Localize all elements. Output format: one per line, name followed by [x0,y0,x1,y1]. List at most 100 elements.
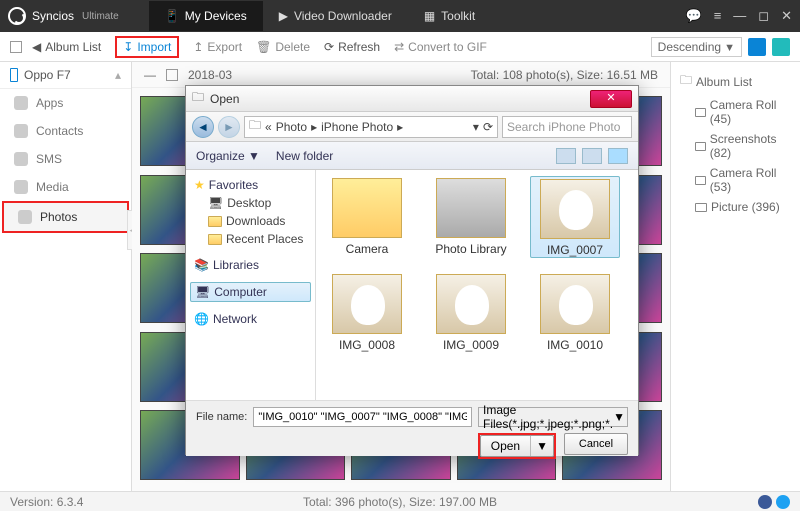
fav-desktop[interactable]: 🖥Desktop [190,194,311,212]
dialog-body: ★Favorites 🖥Desktop Downloads Recent Pla… [186,170,638,400]
dialog-footer: File name: Image Files(*.jpg;*.jpeg;*.pn… [186,400,638,456]
new-folder-button[interactable]: New folder [276,149,333,163]
sms-icon [14,152,28,166]
album-panel: 🗀Album List Camera Roll (45) Screenshots… [670,62,800,491]
fav-downloads[interactable]: Downloads [190,212,311,230]
libraries-group[interactable]: 📚Libraries [190,256,311,274]
open-dialog: 🗀 Open ✕ ◄ ► 🗀 « Photo▸ iPhone Photo▸ ▾ … [185,85,639,455]
favorites-group[interactable]: ★Favorites [190,176,311,194]
preview-pane-button[interactable] [582,148,602,164]
app-name: Syncios [32,9,74,23]
folder-icon [436,178,506,238]
dialog-titlebar[interactable]: 🗀 Open ✕ [186,86,638,112]
sidebar-item-sms[interactable]: SMS [0,145,131,173]
device-icon [10,68,18,82]
help-button[interactable] [608,148,628,164]
twitter-icon[interactable] [776,495,790,509]
chat-icon[interactable]: 💬 [686,8,702,24]
nav-back-button[interactable]: ◄ [192,116,214,138]
apps-icon [14,96,28,110]
album-item[interactable]: Camera Roll (45) [677,95,794,129]
sidebar-item-media[interactable]: Media [0,173,131,201]
view-mode-button[interactable] [556,148,576,164]
device-row[interactable]: Oppo F7 ▴ [0,62,131,89]
collapse-icon[interactable]: — [144,68,156,82]
album-item[interactable]: Camera Roll (53) [677,163,794,197]
album-item[interactable]: Screenshots (82) [677,129,794,163]
nav-video-downloader[interactable]: ▶Video Downloader [263,1,408,31]
view-date-icon[interactable] [748,38,766,56]
filename-input[interactable] [253,407,472,427]
cancel-button[interactable]: Cancel [564,433,628,455]
camera-icon [695,176,706,185]
import-button[interactable]: ↧Import [115,36,179,58]
app-edition: Ultimate [82,11,119,22]
dialog-close-button[interactable]: ✕ [590,90,632,108]
nav-forward-button[interactable]: ► [218,116,240,138]
album-item[interactable]: Picture (396) [677,197,794,217]
dropdown-icon[interactable]: ▾ [473,120,479,134]
photos-icon [18,210,32,224]
file-item[interactable]: Camera [322,176,412,258]
chevron-down-icon[interactable]: ▼ [531,436,553,456]
sidebar-item-contacts[interactable]: Contacts [0,117,131,145]
minimize-icon[interactable]: — [733,8,746,24]
dialog-navbar: ◄ ► 🗀 « Photo▸ iPhone Photo▸ ▾ ⟳ Search … [186,112,638,142]
folder-icon: 🗀 [680,71,692,92]
nav-my-devices[interactable]: 📱My Devices [149,1,263,31]
file-item[interactable]: IMG_0008 [322,272,412,352]
file-item[interactable]: IMG_0009 [426,272,516,352]
file-item[interactable]: IMG_0007 [530,176,620,258]
statusbar: Version: 6.3.4 Total: 396 photo(s), Size… [0,491,800,511]
facebook-icon[interactable] [758,495,772,509]
chevron-down-icon: ▼ [613,410,625,424]
image-thumb [436,274,506,334]
sidebar-item-photos[interactable]: Photos [2,201,129,233]
folder-checkbox[interactable] [166,69,178,81]
nav-toolkit[interactable]: ▦Toolkit [408,1,491,31]
organize-menu[interactable]: Organize ▼ [196,149,260,163]
file-item[interactable]: IMG_0010 [530,272,620,352]
play-icon: ▶ [279,9,288,23]
convert-icon: ⇄ [394,40,404,54]
close-icon[interactable]: ✕ [781,8,792,24]
sidebar-item-apps[interactable]: Apps [0,89,131,117]
file-filter-select[interactable]: Image Files(*.jpg;*.jpeg;*.png;*.▼ [478,407,628,427]
address-bar[interactable]: 🗀 « Photo▸ iPhone Photo▸ ▾ ⟳ [244,116,498,138]
album-panel-title: 🗀Album List [677,68,794,95]
folder-total: Total: 108 photo(s), Size: 16.51 MB [471,68,658,82]
refresh-icon: ⟳ [324,40,334,54]
folder-icon [208,216,222,227]
convert-gif-button[interactable]: ⇄Convert to GIF [394,40,487,54]
menu-icon[interactable]: ≡ [714,8,722,24]
export-button[interactable]: ↥Export [193,40,242,54]
refresh-icon[interactable]: ⟳ [483,120,493,134]
import-icon: ↧ [123,40,133,54]
export-icon: ↥ [193,40,203,54]
album-list-button[interactable]: ◀Album List [32,40,101,54]
open-button[interactable]: Open▼ [480,435,554,457]
chevron-up-icon[interactable]: ▴ [115,68,121,82]
fav-recent[interactable]: Recent Places [190,230,311,248]
media-icon [14,180,28,194]
network-icon: 🌐 [194,312,209,326]
folder-name: 2018-03 [188,68,232,82]
social-links [758,495,790,509]
phone-icon: 📱 [165,9,179,23]
folder-icon [208,234,222,245]
status-total: Total: 396 photo(s), Size: 197.00 MB [303,495,497,509]
delete-button[interactable]: 🗑Delete [256,40,310,54]
file-item[interactable]: Photo Library [426,176,516,258]
refresh-button[interactable]: ⟳Refresh [324,40,380,54]
contacts-icon [14,124,28,138]
folder-icon [332,178,402,238]
file-list: Camera Photo Library IMG_0007 IMG_0008 I… [316,170,638,400]
network-group[interactable]: 🌐Network [190,310,311,328]
view-grid-icon[interactable] [772,38,790,56]
computer-group[interactable]: 🖥Computer [190,282,311,302]
maximize-icon[interactable]: ◻ [758,8,769,24]
search-input[interactable]: Search iPhone Photo [502,116,632,138]
select-all-checkbox[interactable] [10,41,22,53]
star-icon: ★ [194,178,205,192]
sort-select[interactable]: Descending ▼ [651,37,742,57]
